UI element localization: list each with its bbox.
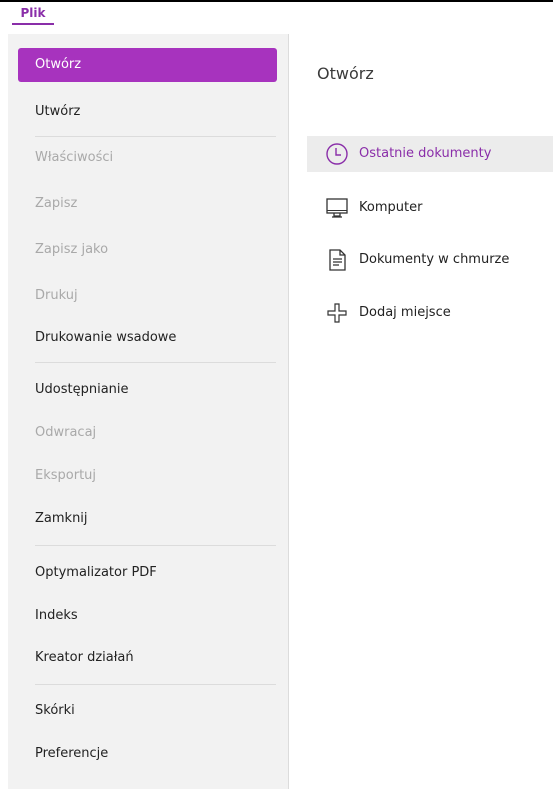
- sidebar-item-print[interactable]: Drukuj: [18, 279, 277, 313]
- ribbon-tab-bar: Plik: [0, 2, 553, 34]
- sidebar-separator: [35, 362, 276, 363]
- sidebar-item-preferences[interactable]: Preferencje: [18, 737, 277, 771]
- sidebar-item-share[interactable]: Udostępnianie: [18, 373, 277, 407]
- page-title: Otwórz: [317, 64, 374, 83]
- sidebar-item-save-as[interactable]: Zapisz jako: [18, 233, 277, 267]
- place-label: Ostatnie dokumenty: [359, 146, 492, 161]
- sidebar-item-save[interactable]: Zapisz: [18, 187, 277, 221]
- sidebar-item-batch-print[interactable]: Drukowanie wsadowe: [18, 321, 277, 355]
- sidebar-separator: [35, 545, 276, 546]
- place-label: Dodaj miejsce: [359, 305, 451, 320]
- sidebar-item-create[interactable]: Utwórz: [18, 95, 277, 129]
- sidebar-item-action-wizard[interactable]: Kreator działań: [18, 641, 277, 675]
- sidebar-separator: [35, 136, 276, 137]
- sidebar-item-open[interactable]: Otwórz: [18, 48, 277, 82]
- plus-icon: [325, 301, 349, 325]
- sidebar-item-pdf-optimizer[interactable]: Optymalizator PDF: [18, 556, 277, 590]
- document-icon: [325, 248, 349, 272]
- sidebar-item-skins[interactable]: Skórki: [18, 694, 277, 728]
- place-computer[interactable]: Komputer: [307, 190, 553, 226]
- backstage-sidebar: Otwórz Utwórz Właściwości Zapisz Zapisz …: [8, 34, 289, 789]
- place-add-location[interactable]: Dodaj miejsce: [307, 295, 553, 331]
- place-cloud-documents[interactable]: Dokumenty w chmurze: [307, 242, 553, 278]
- place-label: Dokumenty w chmurze: [359, 252, 510, 267]
- place-recent-documents[interactable]: Ostatnie dokumenty: [307, 136, 553, 172]
- open-panel: Otwórz Ostatnie dokumenty Komputer Dokum…: [289, 34, 553, 789]
- sidebar-item-export[interactable]: Eksportuj: [18, 459, 277, 493]
- sidebar-item-properties[interactable]: Właściwości: [18, 141, 277, 175]
- monitor-icon: [325, 196, 349, 220]
- sidebar-item-close[interactable]: Zamknij: [18, 502, 277, 536]
- sidebar-separator: [35, 684, 276, 685]
- tab-file[interactable]: Plik: [12, 6, 54, 25]
- place-label: Komputer: [359, 200, 423, 215]
- clock-icon: [325, 142, 349, 166]
- sidebar-item-revert[interactable]: Odwracaj: [18, 416, 277, 450]
- sidebar-item-index[interactable]: Indeks: [18, 599, 277, 633]
